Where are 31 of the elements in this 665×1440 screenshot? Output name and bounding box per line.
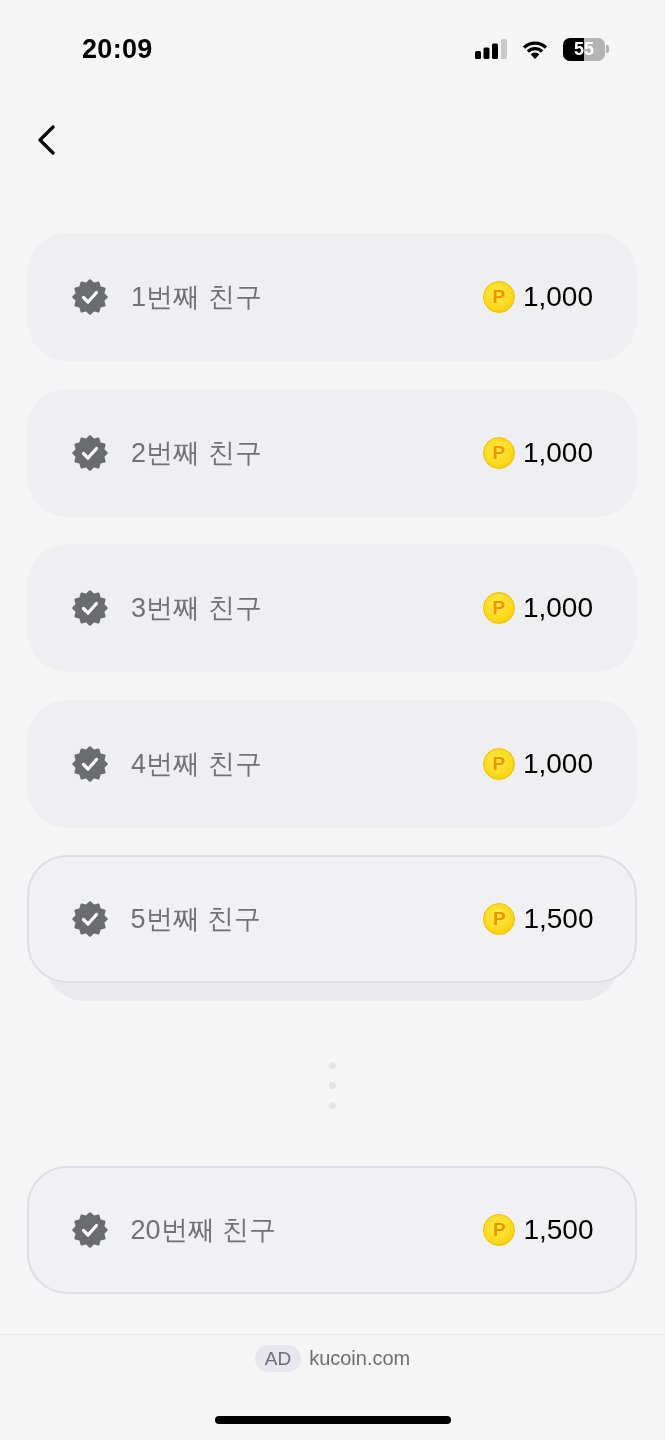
- points-amount: 1,000: [522, 281, 593, 313]
- friend-label: 2번째 친구: [131, 436, 262, 470]
- points-amount: 1,500: [523, 903, 594, 935]
- friend-label: 5번째 친구: [130, 903, 262, 936]
- verified-badge-icon: [71, 1212, 108, 1248]
- verified-badge-icon: [71, 901, 108, 937]
- point-coin-icon: P: [483, 903, 516, 935]
- verified-badge-icon: [72, 590, 108, 626]
- ad-badge: AD: [254, 1345, 302, 1372]
- battery-percentage: 55: [574, 40, 594, 58]
- chevron-left-icon: [36, 125, 56, 155]
- point-coin-icon: P: [482, 436, 515, 469]
- friend-label: 4번째 친구: [131, 747, 262, 781]
- wifi-icon: [521, 39, 549, 59]
- points-amount: 1,000: [522, 592, 593, 624]
- point-coin-icon: P: [482, 281, 515, 313]
- verified-badge-icon: [72, 279, 108, 315]
- friend-label: 1번째 친구: [131, 281, 262, 314]
- friend-label: 20번째 친구: [130, 1214, 277, 1247]
- points-amount: 1,000: [522, 747, 593, 780]
- point-coin-icon: P: [482, 592, 515, 624]
- point-coin-icon: P: [482, 747, 515, 780]
- point-coin-icon: P: [483, 1214, 516, 1246]
- points-amount: 1,000: [522, 436, 593, 469]
- verified-badge-icon: [72, 745, 108, 782]
- verified-badge-icon: [72, 434, 108, 471]
- friend-label: 3번째 친구: [131, 592, 262, 625]
- signal-icon: [475, 39, 507, 59]
- points-amount: 1,500: [523, 1214, 594, 1246]
- ad-domain-link[interactable]: kucoin.com: [309, 1347, 411, 1370]
- status-time: 20:09: [82, 33, 153, 65]
